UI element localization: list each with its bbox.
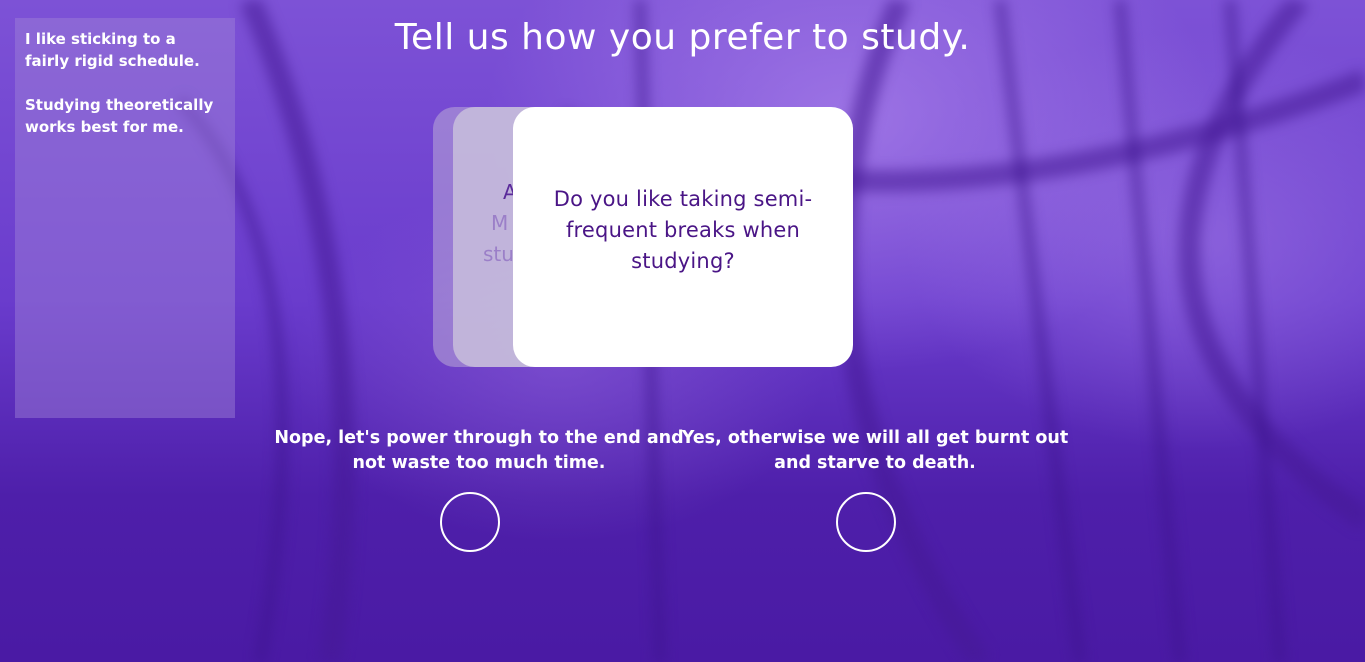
answer-no-label: Nope, let's power through to the end and… bbox=[274, 428, 684, 473]
page-title: Tell us how you prefer to study. bbox=[394, 17, 971, 58]
answers-sidebar: I like sticking to a fairly rigid schedu… bbox=[15, 18, 235, 418]
question-text: Do you like taking semi-frequent breaks … bbox=[553, 186, 813, 273]
answer-yes-label: Yes, otherwise we will all get burnt out… bbox=[681, 428, 1069, 473]
sidebar-answer-item: Studying theoretically works best for me… bbox=[25, 96, 214, 136]
answer-yes-button[interactable] bbox=[836, 492, 896, 552]
question-card: Do you like taking semi-frequent breaks … bbox=[513, 107, 853, 367]
answer-no-button[interactable] bbox=[440, 492, 500, 552]
